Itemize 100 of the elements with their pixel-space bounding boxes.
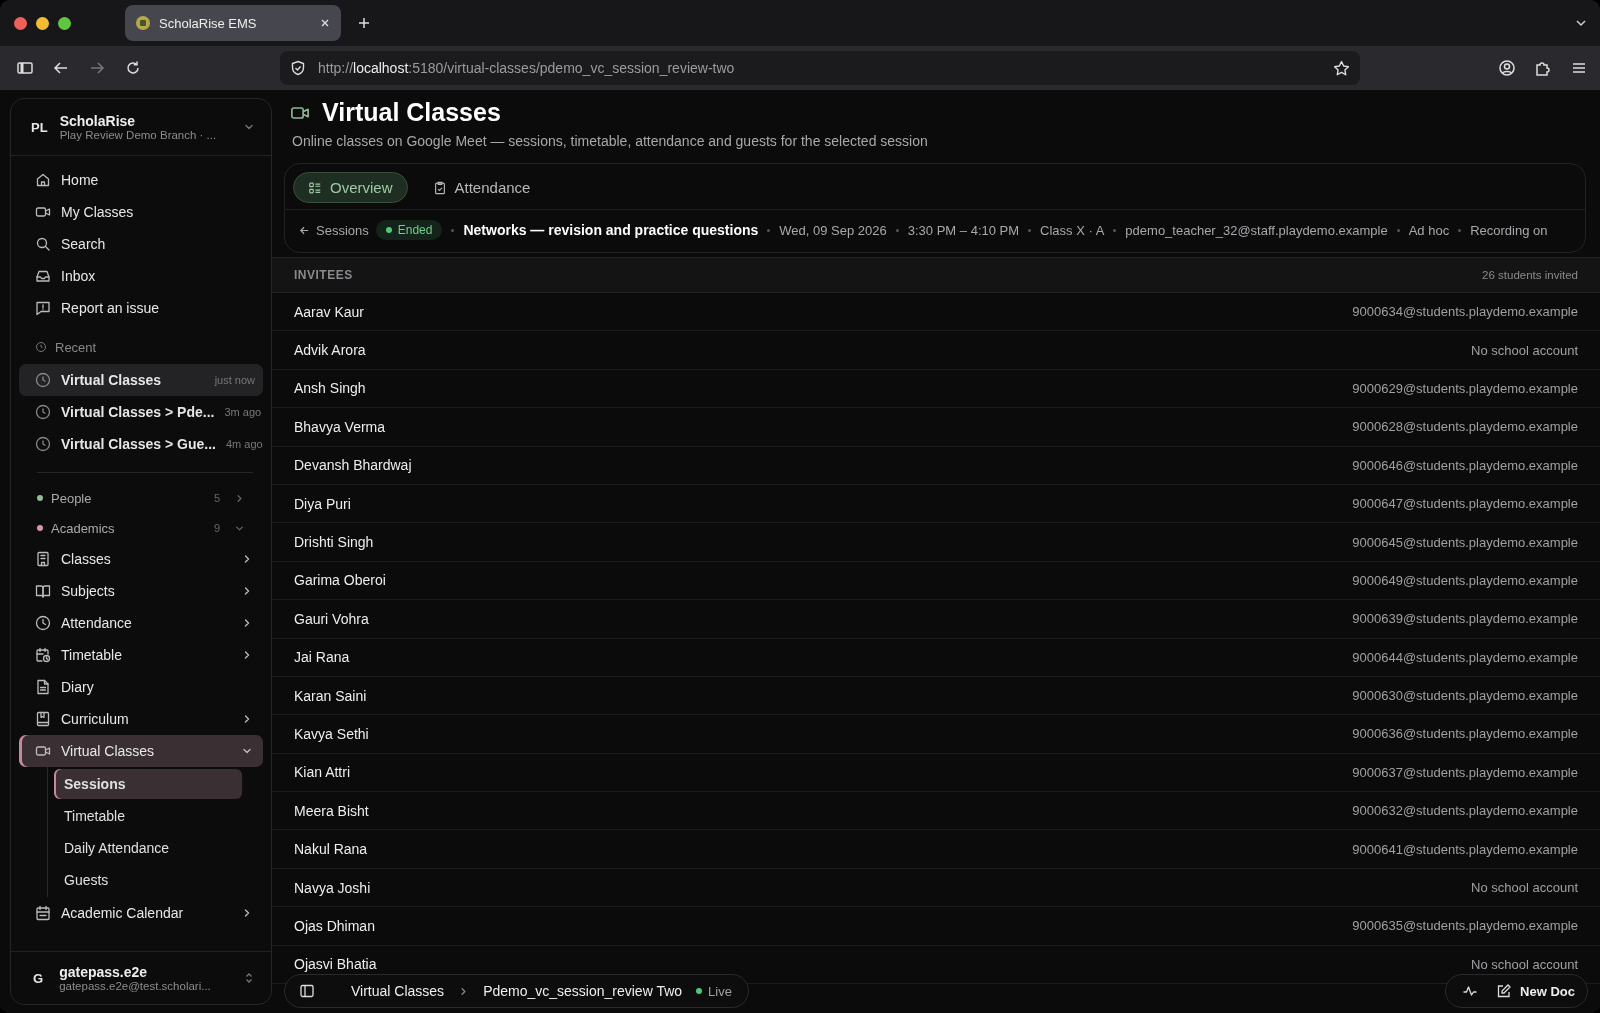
breadcrumb[interactable]: Virtual Classes xyxy=(351,983,445,999)
group-count: 9 xyxy=(213,522,220,534)
status-badge: Ended xyxy=(375,220,443,240)
nav-item[interactable]: Classes xyxy=(19,543,263,575)
sub-nav-item[interactable]: Guests xyxy=(54,865,242,895)
close-window-button[interactable] xyxy=(14,16,27,30)
group-label: People xyxy=(51,490,93,506)
sub-nav-item[interactable]: Daily Attendance xyxy=(54,833,242,863)
sidebar-toggle-icon[interactable] xyxy=(16,59,34,77)
up-down-chevron-icon[interactable] xyxy=(243,972,255,984)
user-name: gatepass.e2e xyxy=(59,964,149,980)
nav-item[interactable]: Home xyxy=(19,164,263,196)
close-tab-icon[interactable] xyxy=(319,17,331,29)
student-name: Advik Arora xyxy=(294,342,366,359)
notebook-icon xyxy=(35,711,51,727)
student-name: Kian Attri xyxy=(294,764,351,781)
student-account: 9000636@students.playdemo.example xyxy=(1352,726,1578,742)
calendar-icon xyxy=(35,905,51,921)
nav-item[interactable]: Diary xyxy=(19,671,263,703)
page-title: Virtual Classes xyxy=(322,98,501,127)
account-icon[interactable] xyxy=(1498,59,1516,77)
calendar-clock-icon xyxy=(35,647,51,663)
nav-item[interactable]: Virtual Classes xyxy=(19,735,263,767)
extensions-icon[interactable] xyxy=(1534,59,1552,77)
recent-item[interactable]: Virtual Classes just now xyxy=(19,364,263,396)
group-header[interactable]: People 5 xyxy=(19,483,263,513)
nav-item[interactable]: Report an issue xyxy=(19,292,263,324)
list-icon xyxy=(308,180,322,195)
new-tab-icon[interactable] xyxy=(357,16,371,30)
separator-dot xyxy=(451,228,455,232)
sub-nav-item[interactable]: Sessions xyxy=(54,769,242,799)
session-detail: Ad hoc xyxy=(1408,222,1450,238)
maximize-window-button[interactable] xyxy=(58,16,71,30)
session-detail: pdemo_teacher_32@staff.playdemo.example xyxy=(1125,222,1388,238)
nav-item[interactable]: Subjects xyxy=(19,575,263,607)
separator-dot xyxy=(767,228,771,232)
clipboard-check-icon xyxy=(432,180,447,195)
separator-dot xyxy=(895,228,899,232)
breadcrumb[interactable]: Pdemo_vc_session_review Two xyxy=(483,983,683,999)
inbox-icon xyxy=(35,268,51,284)
recent-time: 4m ago xyxy=(226,438,263,450)
message-alert-icon xyxy=(35,300,51,316)
student-account: 9000637@students.playdemo.example xyxy=(1352,764,1578,780)
clock-icon xyxy=(35,341,47,353)
student-account: 9000628@students.playdemo.example xyxy=(1352,419,1578,435)
nav-item[interactable]: Curriculum xyxy=(19,703,263,735)
group-header[interactable]: Academics 9 xyxy=(19,513,263,543)
student-name: Nakul Rana xyxy=(294,841,368,858)
clock-icon xyxy=(35,372,51,388)
reload-icon[interactable] xyxy=(124,59,142,77)
minimize-window-button[interactable] xyxy=(36,16,49,30)
bookmark-star-icon[interactable] xyxy=(1333,59,1350,77)
student-account: No school account xyxy=(1471,956,1578,972)
home-icon xyxy=(35,172,51,188)
address-bar[interactable]: http://localhost:5180/virtual-classes/pdemo_vc_session_review-two xyxy=(280,51,1360,85)
session-detail: Wed, 09 Sep 2026 xyxy=(779,222,887,238)
browser-tab[interactable]: ScholaRise EMS xyxy=(125,5,341,41)
student-name: Gauri Vohra xyxy=(294,610,369,627)
user-initial: G xyxy=(33,970,44,986)
student-account: No school account xyxy=(1471,880,1578,896)
new-doc-button[interactable]: New Doc xyxy=(1496,983,1575,999)
recent-item[interactable]: Virtual Classes > Pde... 3m ago xyxy=(19,396,263,428)
session-detail: 3:30 PM – 4:10 PM xyxy=(907,222,1020,238)
nav-item[interactable]: Academic Calendar xyxy=(19,897,263,929)
recent-item[interactable]: Virtual Classes > Gue... 4m ago xyxy=(19,428,263,460)
search-icon xyxy=(35,236,51,252)
nav-item[interactable]: My Classes xyxy=(19,196,263,228)
student-account: 9000629@students.playdemo.example xyxy=(1352,380,1578,396)
tab[interactable]: Overview xyxy=(293,172,408,203)
document-icon xyxy=(35,679,51,695)
url-text: http://localhost:5180/virtual-classes/pdemo_vc_session_review-two xyxy=(318,60,735,76)
student-name: Diya Puri xyxy=(294,495,351,512)
nav-item[interactable]: Inbox xyxy=(19,260,263,292)
student-name: Bhavya Verma xyxy=(294,418,386,435)
org-name: ScholaRise xyxy=(59,113,137,129)
student-account: 9000645@students.playdemo.example xyxy=(1352,534,1578,550)
nav-item[interactable]: Search xyxy=(19,228,263,260)
nav-item[interactable]: Timetable xyxy=(19,639,263,671)
back-link[interactable]: Sessions xyxy=(299,222,369,238)
student-account: 9000649@students.playdemo.example xyxy=(1352,572,1578,588)
page-subtitle: Online classes on Google Meet — sessions, timetable, attendance and guests for the selected session xyxy=(292,133,929,149)
student-account: No school account xyxy=(1471,342,1578,358)
nav-item[interactable]: Attendance xyxy=(19,607,263,639)
student-name: Ojasvi Bhatia xyxy=(294,956,377,973)
activity-icon[interactable] xyxy=(1462,983,1479,999)
clock-icon xyxy=(35,436,51,452)
school-logo-icon xyxy=(135,15,151,31)
tab[interactable]: Attendance xyxy=(417,172,546,203)
video-camera-icon xyxy=(35,204,51,220)
session-detail: Recording on xyxy=(1470,222,1548,238)
sub-nav-item[interactable]: Timetable xyxy=(54,801,242,831)
student-account: 9000635@students.playdemo.example xyxy=(1352,918,1578,934)
sidebar-toggle-icon[interactable] xyxy=(299,983,315,999)
student-account: 9000639@students.playdemo.example xyxy=(1352,611,1578,627)
student-name: Ojas Dhiman xyxy=(294,917,375,934)
separator-dot xyxy=(1396,228,1400,232)
student-name: Kavya Sethi xyxy=(294,726,369,742)
session-title: Networks — revision and practice questions xyxy=(463,222,759,238)
clock-icon xyxy=(35,615,51,631)
student-account: 9000641@students.playdemo.example xyxy=(1352,841,1578,857)
